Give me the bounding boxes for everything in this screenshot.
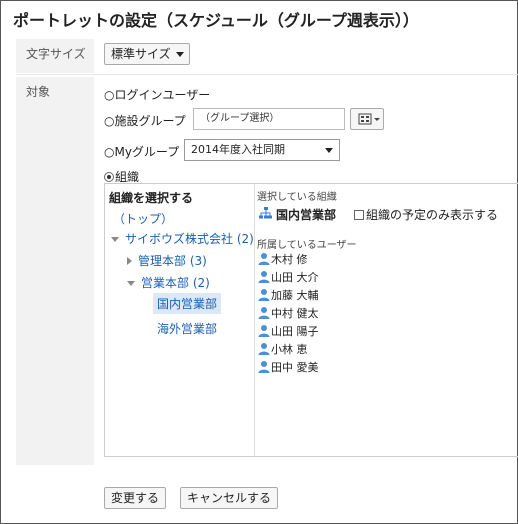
selected-org-name: 国内営業部	[276, 208, 337, 222]
user-name: 加藤 大輔	[271, 289, 319, 302]
organization-panel: 組織を選択する （トップ） サイボウズ株式会社 (2) 管理本部 (3) 営業本…	[104, 183, 518, 457]
chevron-down-icon	[175, 52, 184, 57]
expand-right-icon	[127, 257, 132, 265]
my-group-select[interactable]: 2014年度入社同期	[184, 139, 340, 161]
user-icon	[258, 307, 270, 319]
only-org-checkbox[interactable]: 組織の予定のみ表示する	[354, 206, 498, 223]
radio-selected-icon	[104, 172, 114, 182]
members-label: 所属しているユーザー	[257, 240, 357, 251]
user-name: 山田 大介	[271, 271, 319, 284]
font-size-label: 文字サイズ	[16, 39, 94, 73]
my-group-value: 2014年度入社同期	[191, 143, 285, 156]
expand-down-icon	[127, 281, 135, 286]
user-name: 小林 恵	[271, 343, 308, 356]
row-divider	[16, 74, 518, 75]
user-list-item: 山田 大介	[258, 269, 319, 285]
user-name: 山田 陽子	[271, 325, 319, 338]
user-list-item: 木村 修	[258, 251, 308, 267]
user-icon	[258, 361, 270, 373]
org-tree: 組織を選択する （トップ） サイボウズ株式会社 (2) 管理本部 (3) 営業本…	[105, 184, 255, 456]
user-icon	[258, 325, 270, 337]
user-icon	[258, 253, 270, 265]
radio-facility-group[interactable]: ○施設グループ	[104, 112, 186, 129]
tree-heading: 組織を選択する	[109, 191, 194, 205]
tree-item-sales-division[interactable]: 営業本部 (2)	[127, 274, 210, 291]
tree-item-label: 営業本部 (2)	[141, 276, 210, 290]
font-size-value: 標準サイズ	[111, 47, 171, 61]
only-org-label: 組織の予定のみ表示する	[366, 208, 499, 222]
tree-item-company[interactable]: サイボウズ株式会社 (2)	[111, 230, 254, 247]
user-icon	[258, 289, 270, 301]
tree-item-label: 管理本部 (3)	[138, 254, 207, 268]
user-list-item: 小林 恵	[258, 341, 308, 357]
radio-login-user[interactable]: ○ログインユーザー	[104, 86, 210, 103]
tree-item-overseas-sales[interactable]: 海外営業部	[157, 320, 217, 337]
radio-my-group[interactable]: ○Myグループ	[104, 143, 179, 160]
user-name: 中村 健太	[271, 307, 319, 320]
selected-org-label: 選択している組織	[257, 192, 337, 203]
user-list-item: 山田 陽子	[258, 323, 319, 339]
save-button[interactable]: 変更する	[104, 487, 167, 509]
user-icon	[258, 271, 270, 283]
facility-group-input[interactable]: （グループ選択）	[193, 108, 345, 130]
radio-organization-label: 組織	[115, 170, 140, 184]
cancel-button[interactable]: キャンセルする	[180, 487, 279, 509]
user-icon	[258, 343, 270, 355]
chevron-down-icon	[325, 148, 333, 153]
organization-icon	[259, 207, 272, 219]
expand-down-icon	[111, 237, 119, 242]
page-title: ポートレットの設定（スケジュール（グループ週表示））	[13, 11, 419, 30]
tree-item-admin-division[interactable]: 管理本部 (3)	[127, 252, 207, 269]
target-label: 対象	[16, 77, 94, 465]
font-size-select[interactable]: 標準サイズ	[104, 43, 190, 65]
tree-item-top[interactable]: （トップ）	[113, 210, 173, 227]
checkbox-icon	[354, 210, 364, 220]
tree-item-domestic-sales[interactable]: 国内営業部	[153, 293, 222, 314]
tree-item-label: サイボウズ株式会社 (2)	[125, 232, 254, 246]
group-select-icon	[358, 113, 380, 125]
user-name: 木村 修	[271, 253, 308, 266]
user-list-item: 中村 健太	[258, 305, 319, 321]
user-list-item: 加藤 大輔	[258, 287, 319, 303]
user-name: 田中 愛美	[271, 361, 319, 374]
portlet-settings-frame: ポートレットの設定（スケジュール（グループ週表示）） 文字サイズ 標準サイズ 対…	[0, 0, 518, 524]
user-list-item: 田中 愛美	[258, 359, 319, 375]
group-picker-button[interactable]	[350, 108, 384, 130]
org-detail: 選択している組織 国内営業部 組織の予定のみ表示する 所属しているユーザー 木村…	[256, 184, 518, 456]
